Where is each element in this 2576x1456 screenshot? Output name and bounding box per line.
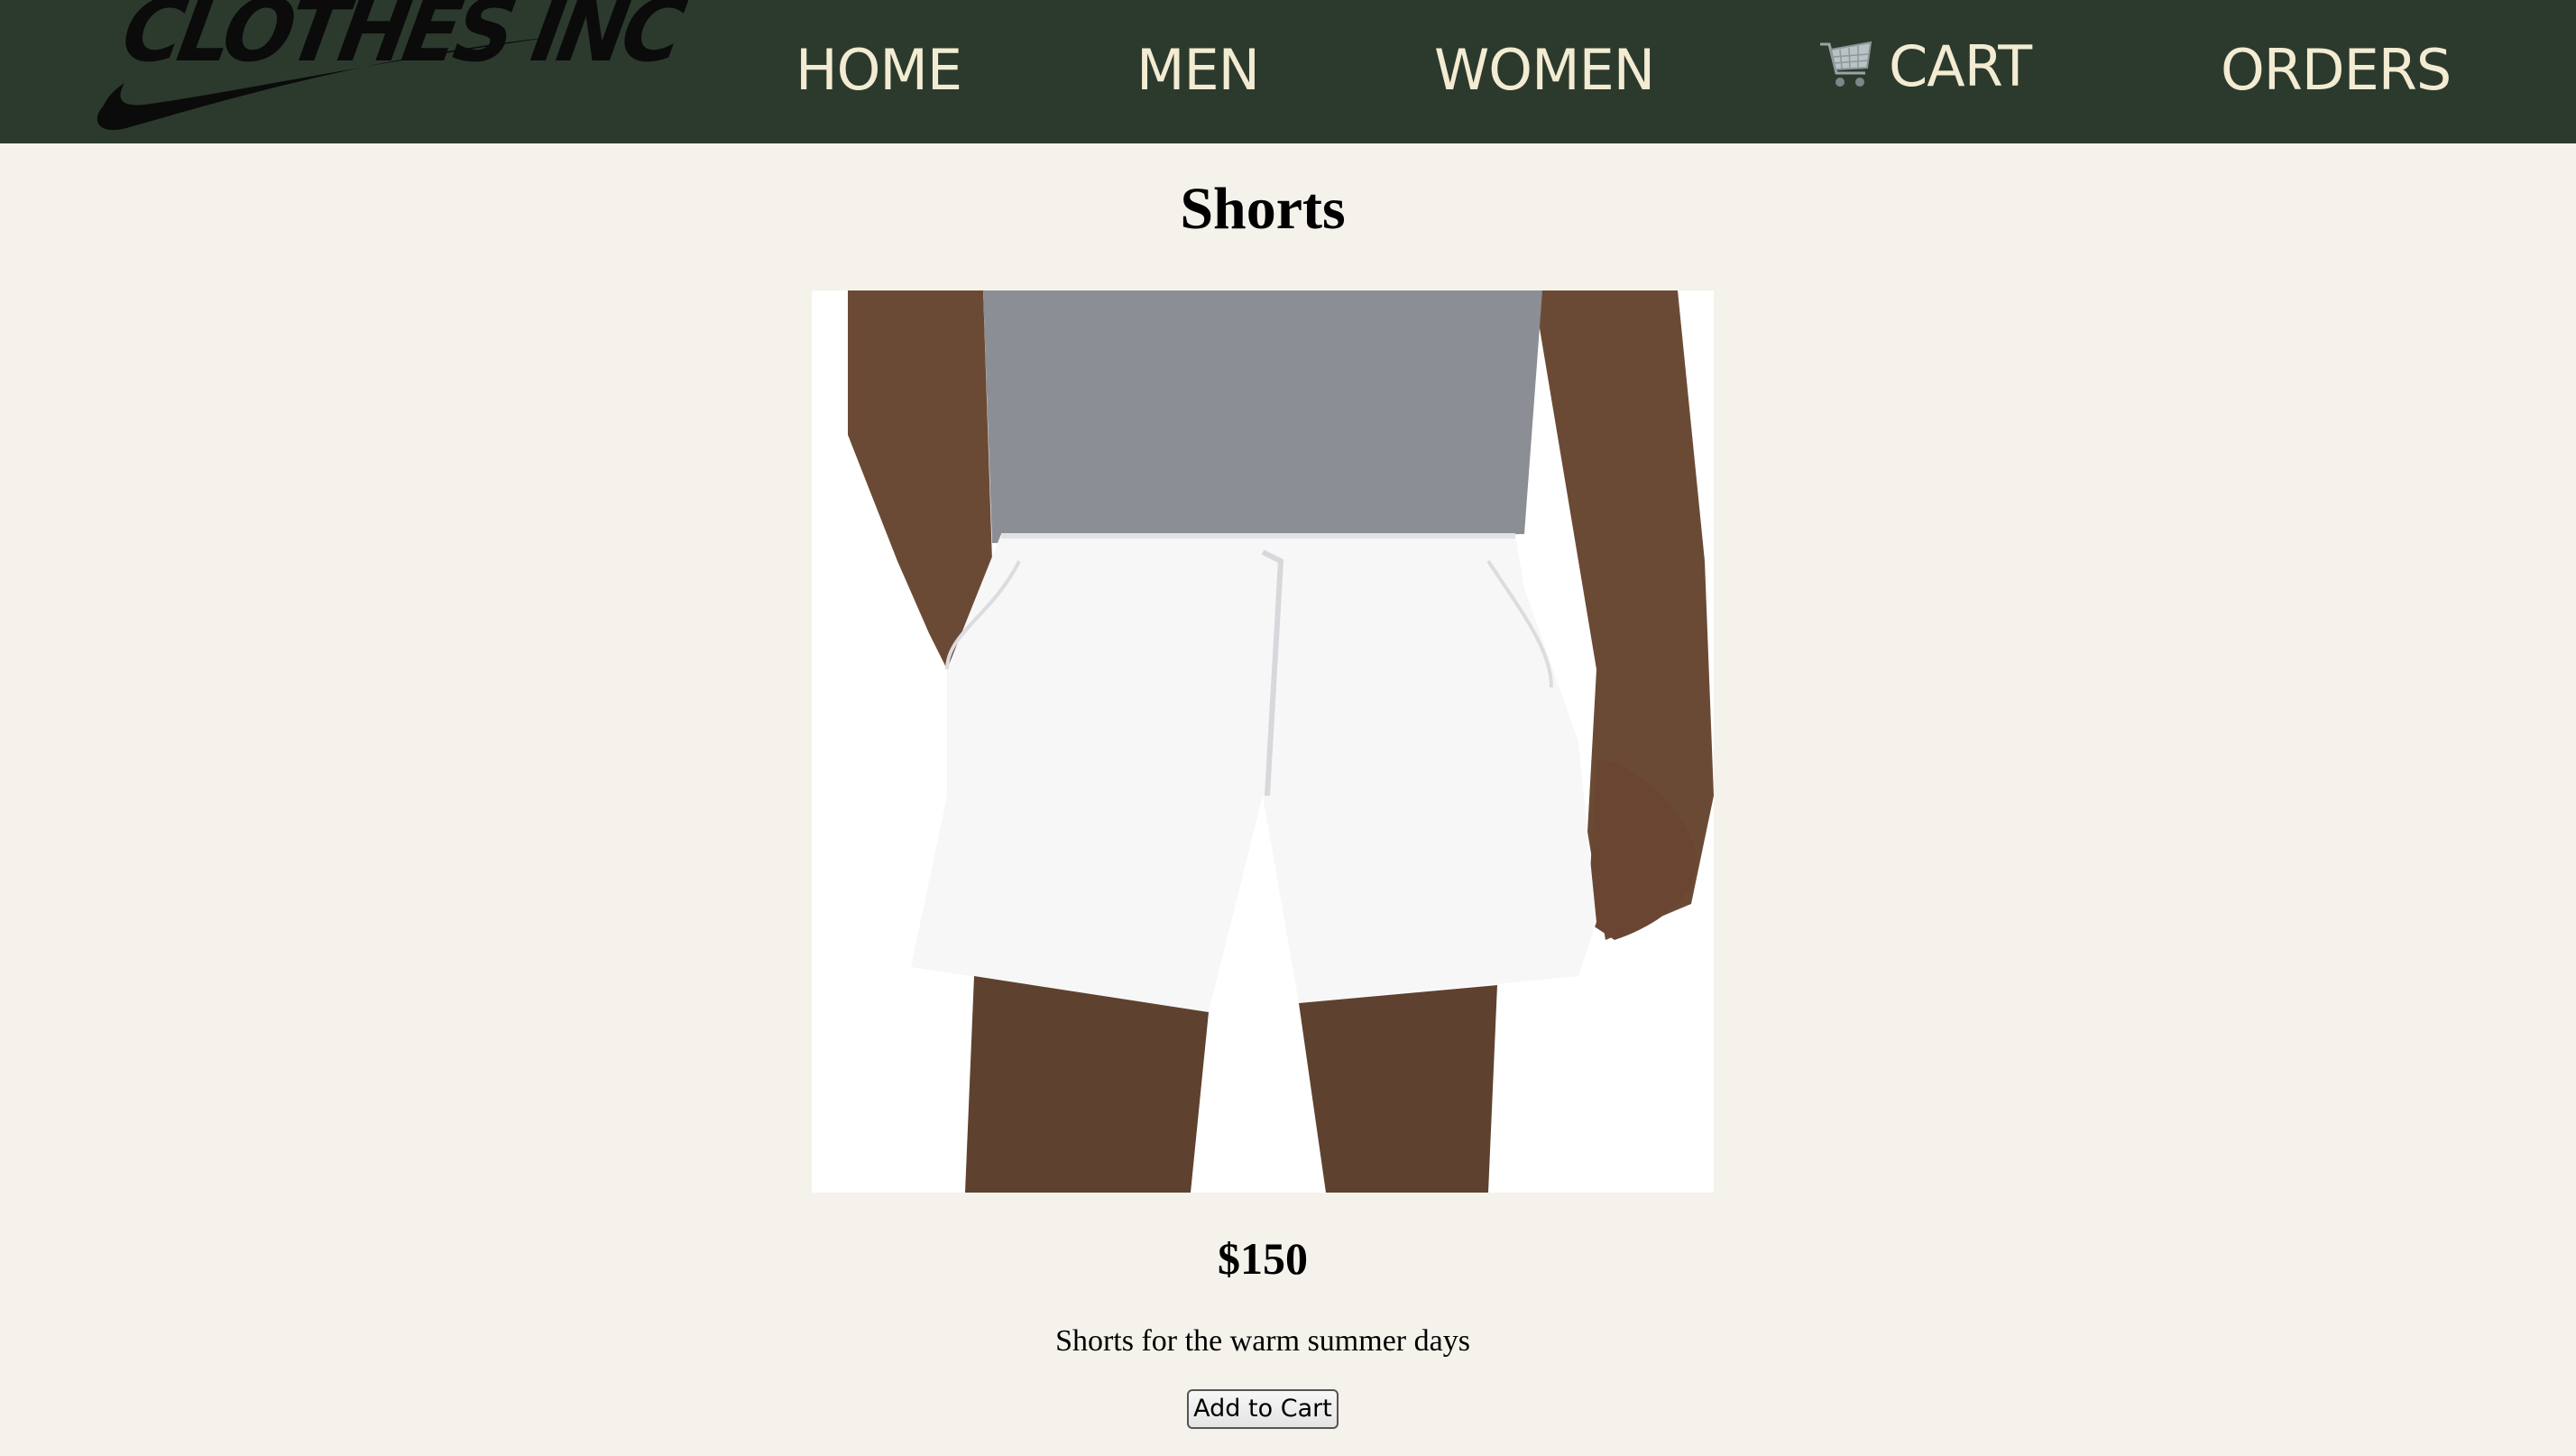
product-description: Shorts for the warm summer days bbox=[1055, 1324, 1470, 1358]
nav-women-link[interactable]: WOMEN bbox=[1434, 34, 1655, 106]
product-price: $150 bbox=[1218, 1233, 1308, 1284]
nav-orders-link[interactable]: ORDERS bbox=[2221, 34, 2452, 106]
product-image bbox=[812, 290, 1714, 1193]
nav-home-link[interactable]: HOME bbox=[796, 34, 962, 106]
product-title: Shorts bbox=[1180, 176, 1346, 242]
nav-cart-label: CART bbox=[1889, 33, 2032, 99]
nav-men-link[interactable]: MEN bbox=[1136, 34, 1260, 106]
shopping-cart-icon bbox=[1818, 37, 1874, 93]
navbar: CLOTHES INC HOME MEN WOMEN CART ORDERS bbox=[0, 0, 2576, 143]
logo-text: CLOTHES INC bbox=[115, 0, 688, 81]
brand-logo[interactable]: CLOTHES INC bbox=[90, 0, 687, 135]
add-to-cart-button[interactable]: Add to Cart bbox=[1187, 1389, 1339, 1429]
nav-cart-link[interactable]: CART bbox=[1818, 31, 2032, 103]
